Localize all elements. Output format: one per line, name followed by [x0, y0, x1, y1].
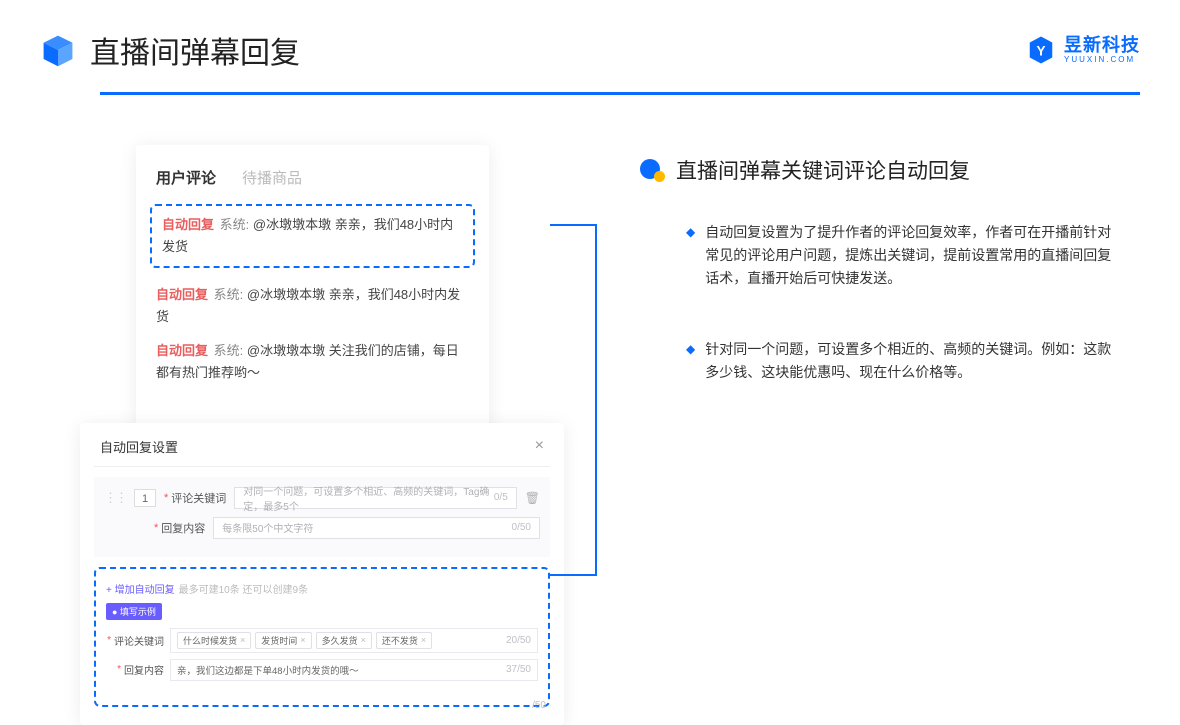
auto-reply-tag: 自动回复: [156, 343, 208, 358]
example-tag-list: 什么时候发货× 发货时间× 多久发货× 还不发货×: [177, 632, 436, 649]
reply-item: 自动回复 系统: @冰墩墩本墩 关注我们的店铺，每日都有热门推荐哟～: [156, 340, 469, 384]
example-content-label: * 回复内容: [106, 662, 164, 677]
required-dot: *: [164, 492, 168, 504]
required-dot: *: [107, 635, 111, 646]
brand-name: 昱新科技: [1064, 36, 1140, 56]
example-content-value: 亲，我们这边都是下单48小时内发货的哦～: [177, 663, 359, 677]
outer-count: /50: [532, 700, 546, 711]
add-auto-reply-link[interactable]: + 增加自动回复 最多可建10条 还可以创建9条: [106, 581, 538, 596]
auto-reply-settings-panel: 自动回复设置 × ⋮⋮ 1 * 评论关键词 对同一个问题，可设置多个相近、高频的…: [80, 423, 564, 725]
keyword-tag[interactable]: 发货时间×: [255, 632, 311, 649]
example-content-field[interactable]: 亲，我们这边都是下单48小时内发货的哦～ 37/50: [170, 659, 538, 681]
delete-icon[interactable]: 🗑: [525, 491, 540, 505]
tab-products[interactable]: 待播商品: [242, 167, 302, 188]
keyword-placeholder: 对同一个问题，可设置多个相近、高频的关键词，Tag确定，最多5个: [243, 483, 494, 513]
system-label: 系统:: [220, 217, 250, 232]
keyword-label: * 评论关键词: [164, 490, 226, 506]
auto-reply-tag: 自动回复: [156, 287, 208, 302]
required-dot: *: [154, 522, 158, 534]
system-label: 系统:: [214, 343, 244, 358]
bullet-text: 针对同一个问题，可设置多个相近的、高频的关键词。例如：这款多少钱、这块能优惠吗、…: [705, 338, 1120, 384]
page-title: 直播间弹幕回复: [90, 28, 300, 72]
keyword-count: 0/5: [494, 492, 508, 503]
cube-icon: [40, 32, 76, 68]
bullet-text: 自动回复设置为了提升作者的评论回复效率，作者可在开播前针对常见的评论用户问题，提…: [705, 221, 1120, 290]
brand: Y 昱新科技 YUUXIN.COM: [1026, 35, 1140, 65]
keyword-input[interactable]: 对同一个问题，可设置多个相近、高频的关键词，Tag确定，最多5个 0/5: [234, 487, 516, 509]
keyword-tag[interactable]: 多久发货×: [316, 632, 372, 649]
example-keyword-label: * 评论关键词: [106, 633, 164, 648]
add-hint: 最多可建10条 还可以创建9条: [179, 581, 308, 596]
settings-form: ⋮⋮ 1 * 评论关键词 对同一个问题，可设置多个相近、高频的关键词，Tag确定…: [94, 477, 550, 557]
keyword-tag[interactable]: 还不发货×: [376, 632, 432, 649]
example-pill: ● 填写示例: [106, 603, 162, 620]
content-label: * 回复内容: [154, 520, 205, 536]
example-keyword-count: 20/50: [506, 635, 531, 646]
auto-reply-tag: 自动回复: [162, 217, 214, 232]
close-icon[interactable]: ×: [535, 437, 544, 455]
slide-header: 直播间弹幕回复 Y 昱新科技 YUUXIN.COM: [0, 0, 1180, 82]
brand-subtitle: YUUXIN.COM: [1064, 56, 1140, 65]
comments-tabs: 用户评论 待播商品: [156, 167, 469, 188]
drag-handle-icon[interactable]: ⋮⋮: [104, 490, 126, 506]
example-content-count: 37/50: [506, 664, 531, 675]
content-count: 0/50: [512, 522, 531, 533]
svg-text:Y: Y: [1036, 43, 1045, 58]
comments-panel: 用户评论 待播商品 自动回复 系统: @冰墩墩本墩 亲亲，我们48小时内发货 自…: [136, 145, 489, 437]
keyword-tag[interactable]: 什么时候发货×: [177, 632, 251, 649]
right-section-header: 直播间弹幕关键词评论自动回复: [640, 155, 1140, 185]
section-title: 直播间弹幕关键词评论自动回复: [676, 155, 970, 185]
bullet-item: ◆ 针对同一个问题，可设置多个相近的、高频的关键词。例如：这款多少钱、这块能优惠…: [640, 338, 1140, 384]
header-left: 直播间弹幕回复: [40, 28, 300, 72]
diamond-icon: ◆: [686, 223, 695, 290]
bullet-item: ◆ 自动回复设置为了提升作者的评论回复效率，作者可在开播前针对常见的评论用户问题…: [640, 221, 1140, 290]
index-box: 1: [134, 489, 156, 507]
content-input[interactable]: 每条限50个中文字符 0/50: [213, 517, 540, 539]
reply-item: 自动回复 系统: @冰墩墩本墩 亲亲，我们48小时内发货: [156, 284, 469, 328]
content-placeholder: 每条限50个中文字符: [222, 520, 313, 535]
settings-title: 自动回复设置: [100, 437, 178, 456]
diamond-icon: ◆: [686, 340, 695, 384]
highlighted-reply: 自动回复 系统: @冰墩墩本墩 亲亲，我们48小时内发货: [150, 204, 475, 268]
required-dot: *: [117, 664, 121, 675]
reply-item: 自动回复 系统: @冰墩墩本墩 亲亲，我们48小时内发货: [162, 214, 463, 258]
example-section: + 增加自动回复 最多可建10条 还可以创建9条 ● 填写示例 * 评论关键词 …: [94, 567, 550, 707]
dots-icon: [640, 159, 666, 181]
tab-user-comments[interactable]: 用户评论: [156, 167, 216, 188]
example-keyword-field[interactable]: 什么时候发货× 发货时间× 多久发货× 还不发货× 20/50: [170, 628, 538, 653]
brand-logo-icon: Y: [1026, 35, 1056, 65]
system-label: 系统:: [214, 287, 244, 302]
